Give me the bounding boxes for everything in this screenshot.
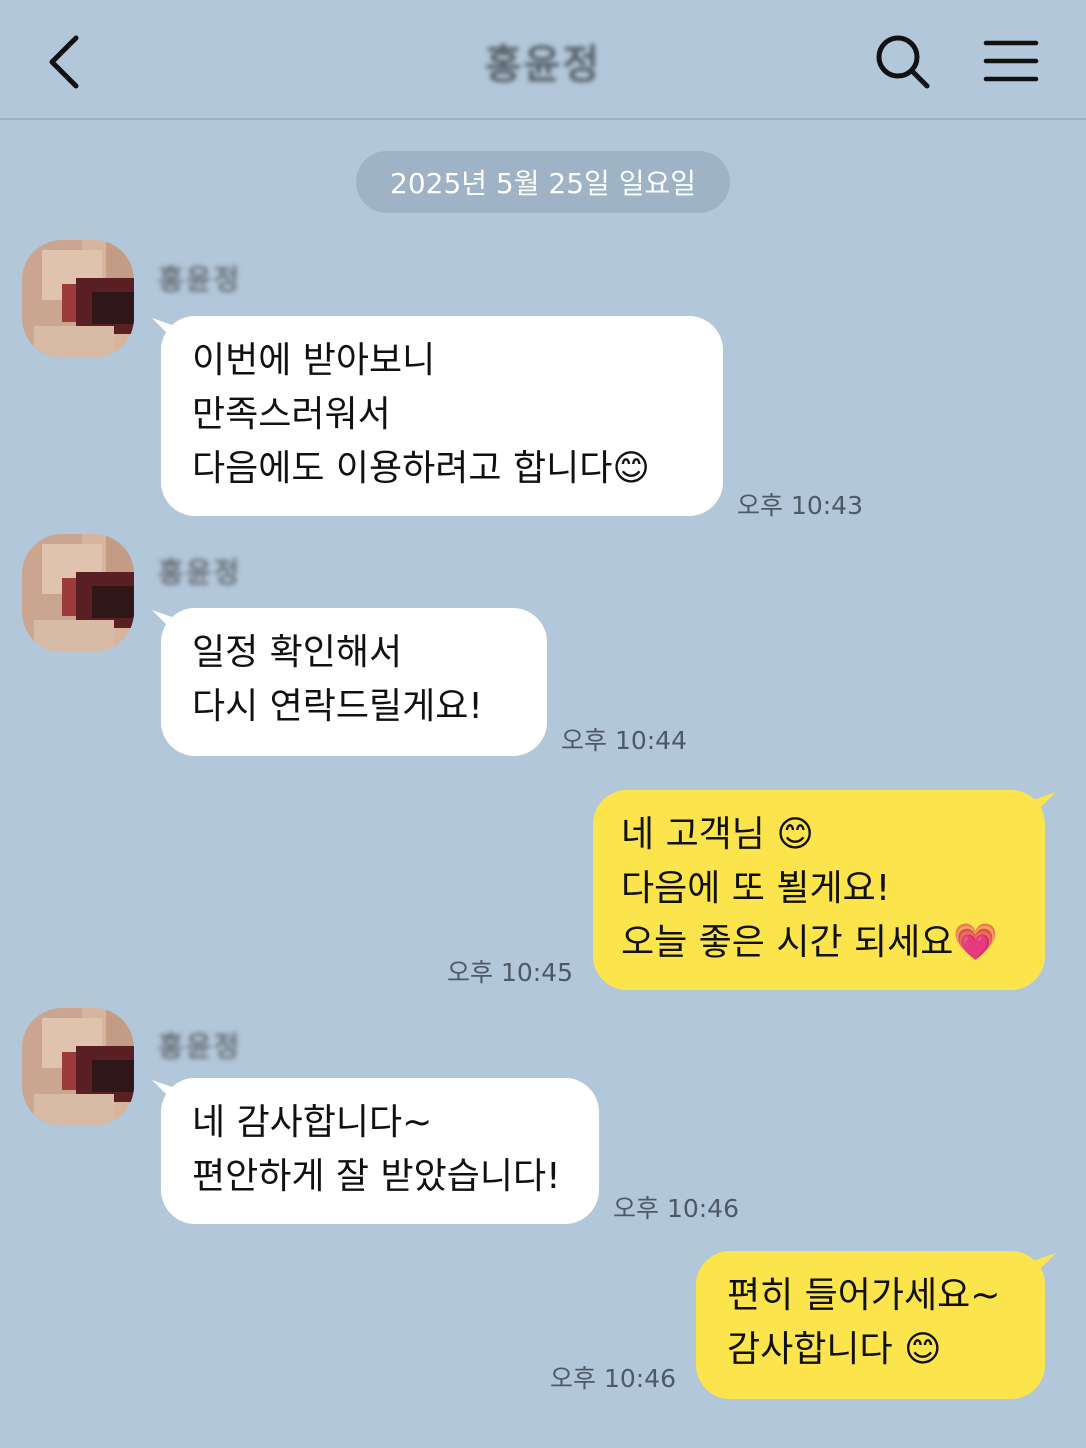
message-time: 오후 10:44 <box>561 726 687 755</box>
message-time: 오후 10:43 <box>737 491 863 520</box>
message-line: 다시 연락드릴게요! <box>192 686 483 727</box>
message-line: 네 고객님 😊 <box>621 814 814 855</box>
date-divider: 2025년 5월 25일 일요일 <box>356 151 730 213</box>
message-line: 다음에도 이용하려고 합니다😊 <box>192 448 650 489</box>
chat-screen: 홍윤정 2025년 5월 25일 일요일 홍윤정 이번에 받아보니 만족스러워서… <box>0 0 1086 1448</box>
chat-title-text: 홍윤정 <box>484 42 602 88</box>
message-bubble[interactable]: 네 고객님 😊 다음에 또 뵐게요! 오늘 좋은 시간 되세요💗 <box>593 790 1045 990</box>
message-line: 만족스러워서 <box>192 394 391 435</box>
chat-title: 홍윤정 <box>443 34 643 88</box>
message-line: 감사합니다 😊 <box>727 1329 942 1370</box>
sender-name: 홍윤정 <box>158 263 242 296</box>
message-bubble[interactable]: 편히 들어가세요~ 감사합니다 😊 <box>696 1251 1045 1399</box>
chevron-left-icon <box>49 35 79 89</box>
message-line: 다음에 또 뵐게요! <box>621 868 891 909</box>
message-bubble[interactable]: 일정 확인해서 다시 연락드릴게요! <box>161 608 547 756</box>
search-button[interactable] <box>872 32 934 92</box>
back-button[interactable] <box>38 30 94 94</box>
sender-name: 홍윤정 <box>158 1030 242 1063</box>
message-bubble[interactable]: 네 감사합니다~ 편안하게 잘 받았습니다! <box>161 1078 599 1224</box>
message-line: 오늘 좋은 시간 되세요💗 <box>621 922 999 963</box>
sender-name: 홍윤정 <box>158 556 242 589</box>
search-icon <box>876 35 930 89</box>
message-time: 오후 10:46 <box>613 1194 739 1223</box>
avatar[interactable] <box>22 240 134 358</box>
hamburger-menu-icon <box>983 40 1039 82</box>
menu-button[interactable] <box>982 34 1040 90</box>
message-time: 오후 10:45 <box>447 958 573 987</box>
chat-header: 홍윤정 <box>0 0 1086 120</box>
message-line: 편히 들어가세요~ <box>727 1275 1001 1316</box>
message-line: 네 감사합니다~ <box>192 1102 433 1143</box>
message-line: 이번에 받아보니 <box>192 340 436 381</box>
message-line: 일정 확인해서 <box>192 632 403 673</box>
avatar[interactable] <box>22 1008 134 1126</box>
message-bubble[interactable]: 이번에 받아보니 만족스러워서 다음에도 이용하려고 합니다😊 <box>161 316 723 516</box>
message-line: 편안하게 잘 받았습니다! <box>192 1156 561 1197</box>
avatar[interactable] <box>22 534 134 652</box>
message-time: 오후 10:46 <box>550 1364 676 1393</box>
